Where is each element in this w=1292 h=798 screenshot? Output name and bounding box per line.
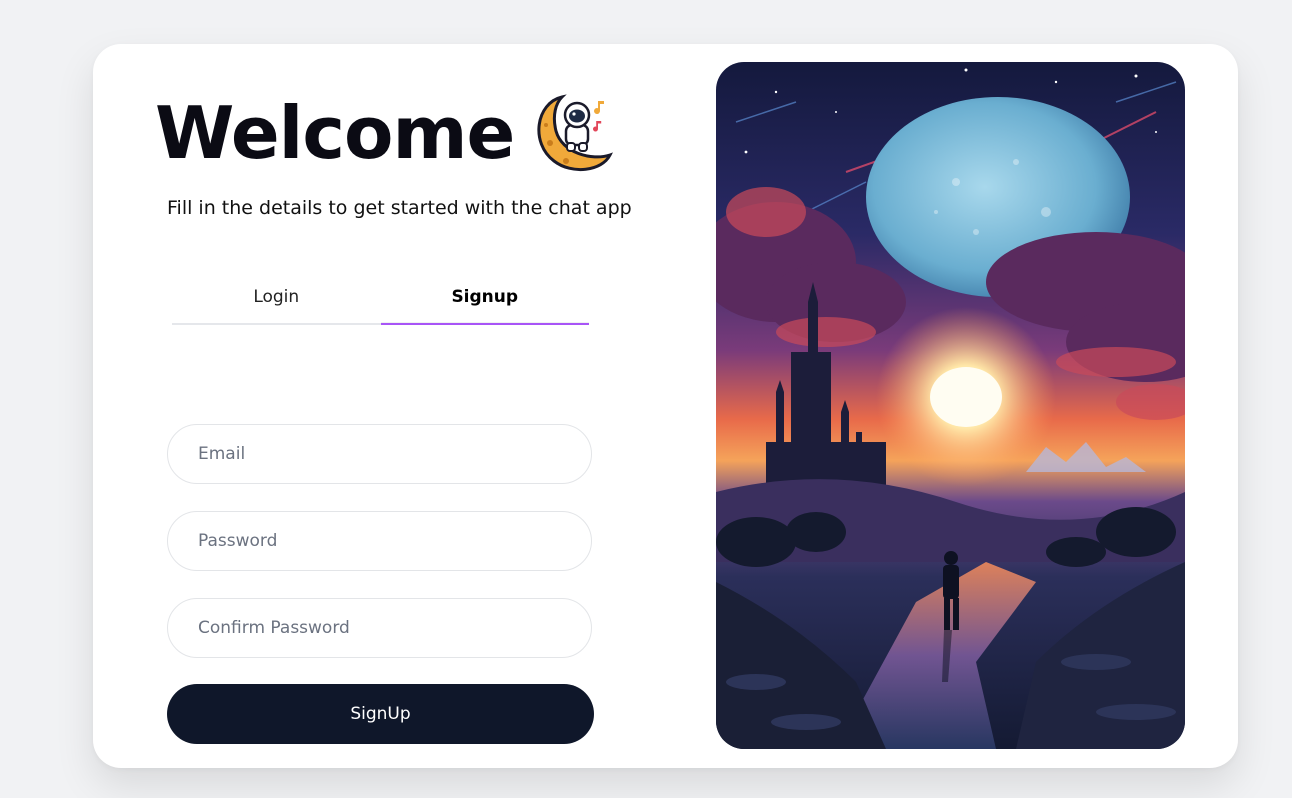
page-subtitle: Fill in the details to get started with … bbox=[167, 197, 632, 219]
signup-button[interactable]: SignUp bbox=[167, 684, 594, 744]
email-field[interactable] bbox=[167, 424, 592, 484]
astronaut-on-moon-icon bbox=[537, 94, 614, 172]
tab-login[interactable]: Login bbox=[172, 271, 381, 325]
password-field[interactable] bbox=[167, 511, 592, 571]
auth-card: Welcome Fill in the details to get start… bbox=[93, 44, 1238, 768]
night-landscape-image bbox=[716, 62, 1185, 749]
confirm-password-field[interactable] bbox=[167, 598, 592, 658]
welcome-header: Welcome bbox=[155, 88, 616, 178]
hero-illustration bbox=[716, 62, 1185, 749]
tab-signup[interactable]: Signup bbox=[380, 271, 589, 325]
page-title: Welcome bbox=[155, 91, 515, 175]
auth-tabs: Login Signup bbox=[172, 271, 589, 325]
